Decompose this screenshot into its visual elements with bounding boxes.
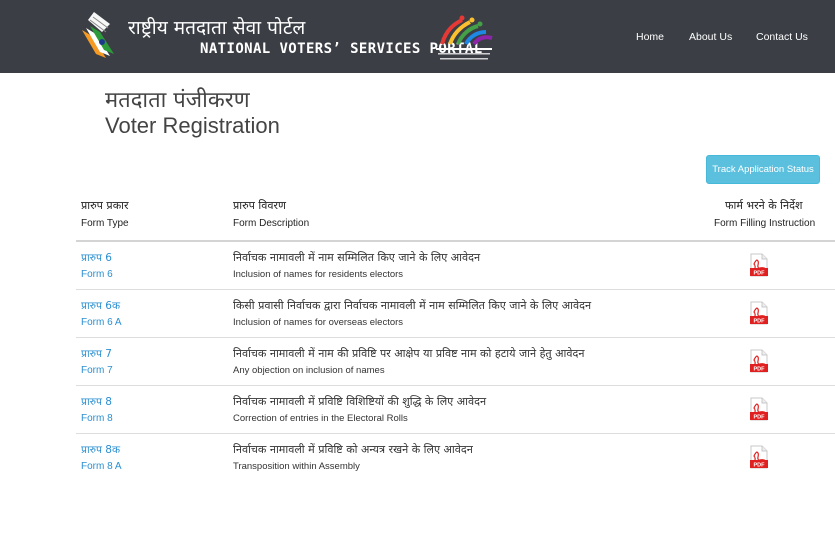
nav-about-us[interactable]: About Us [689, 31, 732, 43]
form-description-hindi: निर्वाचक नामावली में नाम की प्रविष्टि पर… [233, 347, 585, 360]
form-description-english: Any objection on inclusion of names [233, 365, 385, 376]
pdf-icon[interactable]: PDF [750, 253, 768, 277]
table-row: प्रारुप 6क Form 6 A किसी प्रवासी निर्वाच… [76, 290, 835, 338]
form-description-english: Inclusion of names for overseas electors [233, 317, 404, 328]
form-type-link-english[interactable]: Form 8 A [81, 461, 122, 472]
form-description-hindi: किसी प्रवासी निर्वाचक द्वारा निर्वाचक ना… [233, 299, 592, 312]
top-navbar: राष्ट्रीय मतदाता सेवा पोर्टल NATIONAL VO… [0, 0, 835, 73]
nav-contact-us[interactable]: Contact Us [756, 31, 808, 43]
pdf-icon[interactable]: PDF [750, 397, 768, 421]
form-type-link-hindi[interactable]: प्रारुप 8 [81, 395, 112, 409]
ballot-fingerprint-logo-icon[interactable] [80, 10, 116, 60]
header-form-type-english: Form Type [81, 218, 129, 229]
national-voters-day-logo-icon [436, 15, 493, 60]
table-row: प्रारुप 8क Form 8 A निर्वाचक नामावली में… [76, 434, 835, 482]
form-type-link-english[interactable]: Form 6 [81, 269, 113, 280]
form-type-link-english[interactable]: Form 7 [81, 365, 113, 376]
pdf-icon[interactable]: PDF [750, 445, 768, 469]
table-row: प्रारुप 8 Form 8 निर्वाचक नामावली में प्… [76, 386, 835, 434]
header-filling-instruction-english: Form Filling Instruction [714, 218, 816, 229]
table-row: प्रारुप 6 Form 6 निर्वाचक नामावली में ना… [76, 242, 835, 290]
track-application-status-button[interactable]: Track Application Status [706, 155, 820, 184]
form-description-english: Inclusion of names for residents elector… [233, 269, 404, 280]
form-description-hindi: निर्वाचक नामावली में प्रविष्टि को अन्यत्… [233, 443, 473, 456]
pdf-label: PDF [754, 271, 766, 277]
table-row: प्रारुप 7 Form 7 निर्वाचक नामावली में ना… [76, 338, 835, 386]
pdf-icon[interactable]: PDF [750, 349, 768, 373]
pdf-label: PDF [754, 319, 766, 325]
pdf-label: PDF [754, 367, 766, 373]
pdf-label: PDF [754, 415, 766, 421]
header-form-type-hindi: प्रारुप प्रकार [81, 199, 129, 212]
form-description-hindi: निर्वाचक नामावली में प्रविष्टि विशिष्टिय… [233, 395, 487, 408]
form-type-link-hindi[interactable]: प्रारुप 7 [81, 347, 112, 361]
pdf-label: PDF [754, 463, 766, 469]
brand-title-hindi: राष्ट्रीय मतदाता सेवा पोर्टल [128, 17, 306, 39]
form-description-english: Transposition within Assembly [233, 461, 360, 472]
page-title-english: Voter Registration [105, 113, 280, 138]
header-form-description-hindi: प्रारुप विवरण [233, 199, 286, 212]
form-type-link-hindi[interactable]: प्रारुप 6 [81, 251, 112, 265]
form-type-link-hindi[interactable]: प्रारुप 6क [81, 299, 120, 313]
nav-home[interactable]: Home [636, 31, 664, 43]
form-type-link-english[interactable]: Form 8 [81, 413, 113, 424]
header-form-description-english: Form Description [233, 218, 310, 229]
form-type-link-english[interactable]: Form 6 A [81, 317, 122, 328]
header-filling-instruction-hindi: फार्म भरने के निर्देश [725, 199, 803, 212]
form-type-link-hindi[interactable]: प्रारुप 8क [81, 443, 120, 457]
form-description-english: Correction of entries in the Electoral R… [233, 413, 408, 424]
pdf-icon[interactable]: PDF [750, 301, 768, 325]
form-description-hindi: निर्वाचक नामावली में नाम सम्मिलित किए जा… [233, 251, 481, 264]
page-title-hindi: मतदाता पंजीकरण [105, 88, 250, 113]
